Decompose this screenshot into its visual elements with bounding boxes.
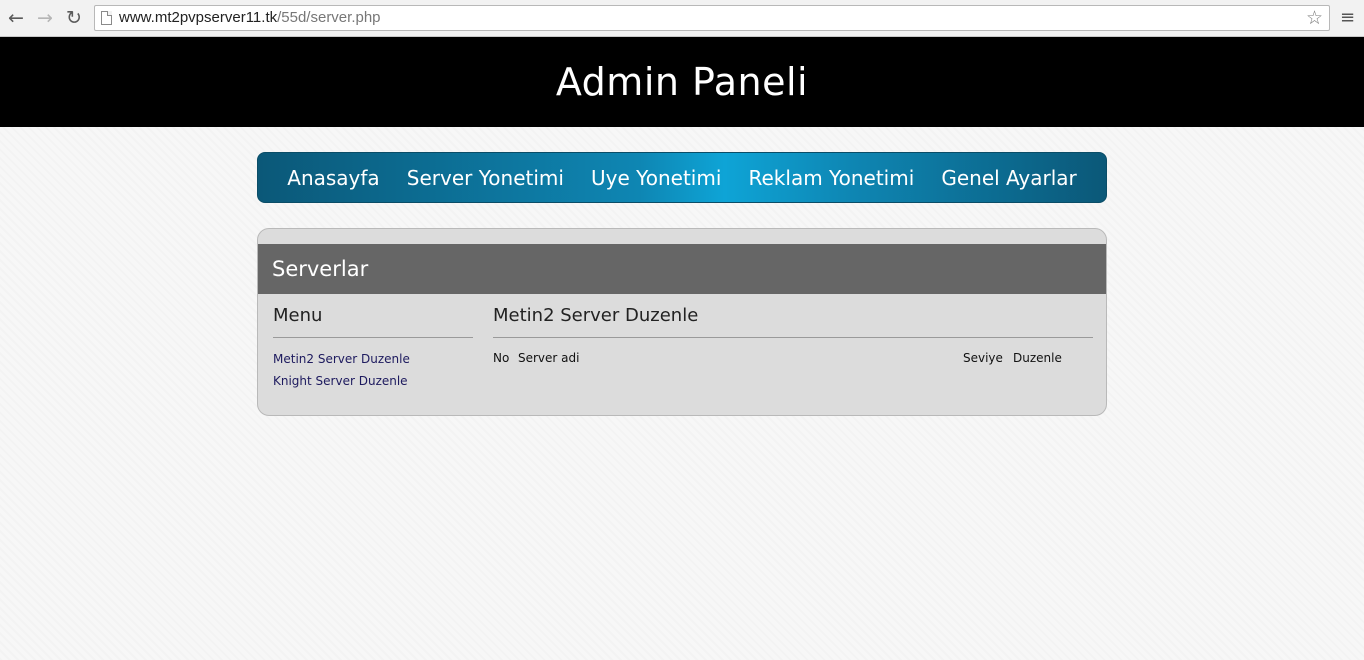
back-arrow-icon[interactable]: ← [5, 7, 27, 29]
nav-item-server-yonetimi[interactable]: Server Yonetimi [407, 153, 564, 204]
sidebar-link-metin2[interactable]: Metin2 Server Duzenle [273, 352, 410, 366]
url-path: /55d/server.php [277, 9, 381, 26]
browser-toolbar: ← → ↻ www.mt2pvpserver11.tk/55d/server.p… [0, 0, 1364, 37]
address-bar[interactable]: www.mt2pvpserver11.tk/55d/server.php ☆ [94, 5, 1330, 31]
site-title: Admin Paneli [555, 60, 809, 104]
site-header: Admin Paneli [0, 37, 1364, 127]
column-header-no: No [493, 351, 510, 365]
url-host: www.mt2pvpserver11.tk [119, 9, 278, 26]
panel-title: Serverlar [258, 244, 1106, 294]
sidebar-link-knight[interactable]: Knight Server Duzenle [273, 374, 408, 388]
main-divider [493, 337, 1093, 338]
main-nav: Anasayfa Server Yonetimi Uye Yonetimi Re… [257, 152, 1107, 203]
column-header-duzenle: Duzenle [1013, 351, 1062, 365]
browser-menu-icon[interactable]: ≡ [1340, 7, 1358, 29]
reload-icon[interactable]: ↻ [63, 7, 85, 29]
nav-item-reklam-yonetimi[interactable]: Reklam Yonetimi [749, 153, 915, 204]
sidebar-title: Menu [273, 305, 323, 326]
nav-item-uye-yonetimi[interactable]: Uye Yonetimi [591, 153, 721, 204]
column-header-server-adi: Server adi [518, 351, 580, 365]
nav-item-anasayfa[interactable]: Anasayfa [287, 153, 379, 204]
column-header-seviye: Seviye [963, 351, 1003, 365]
url-text[interactable]: www.mt2pvpserver11.tk/55d/server.php [119, 9, 381, 26]
sidebar-divider [273, 337, 473, 338]
servers-panel: Serverlar Menu Metin2 Server Duzenle Kni… [257, 228, 1107, 416]
page-icon [101, 11, 112, 25]
bookmark-star-icon[interactable]: ☆ [1306, 7, 1323, 29]
main-title: Metin2 Server Duzenle [493, 305, 699, 326]
nav-item-genel-ayarlar[interactable]: Genel Ayarlar [941, 153, 1076, 204]
forward-arrow-icon[interactable]: → [34, 7, 56, 29]
